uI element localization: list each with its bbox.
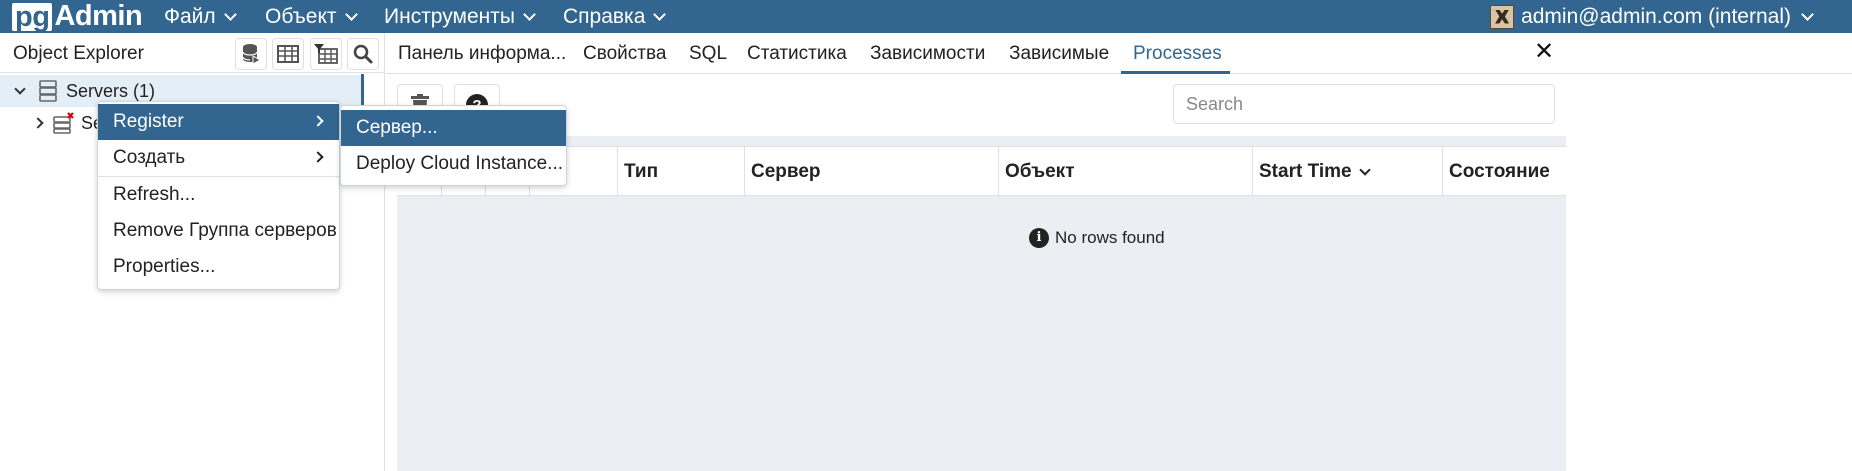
logo-suffix: Admin: [54, 0, 143, 32]
chevron-down-icon: [223, 7, 237, 21]
menu-file-label: Файл: [164, 4, 216, 28]
user-menu[interactable]: admin@admin.com (internal): [1490, 0, 1814, 33]
empty-message: No rows found: [1055, 228, 1165, 247]
context-menu-item-register[interactable]: Register: [98, 104, 339, 140]
menu-item-label: Создать: [113, 147, 186, 168]
grid-header: Тип Сервер Объект Start Time Состояние: [397, 146, 1566, 197]
register-submenu: Сервер... Deploy Cloud Instance...: [340, 105, 567, 186]
server-group-icon: [39, 80, 57, 102]
grid-column-state[interactable]: Состояние: [1443, 147, 1566, 197]
chevron-right-icon[interactable]: [32, 117, 44, 129]
object-explorer-header: Object Explorer: [0, 33, 385, 73]
grid-column-server[interactable]: Сервер: [745, 147, 999, 197]
content-right-strip: [1566, 74, 1852, 471]
table-icon: [277, 45, 299, 63]
filter-table-icon: [314, 44, 338, 64]
menu-item-label: Register: [113, 111, 184, 132]
tab-processes[interactable]: Processes: [1133, 43, 1222, 65]
chevron-down-icon: [1801, 7, 1814, 21]
close-panel-button[interactable]: ✕: [1534, 40, 1554, 64]
menu-object-label: Объект: [265, 4, 337, 28]
grid-column-object[interactable]: Объект: [999, 147, 1253, 197]
user-label: admin@admin.com (internal): [1521, 4, 1791, 28]
search-objects-button[interactable]: [347, 38, 379, 70]
menu-object[interactable]: Объект: [265, 0, 358, 33]
tree-node-label: Servers (1): [66, 80, 156, 101]
tab-bar: Панель информа... Свойства SQL Статистик…: [386, 33, 1852, 74]
submenu-item-deploy-cloud[interactable]: Deploy Cloud Instance...: [341, 146, 566, 182]
chevron-down-icon: [653, 7, 667, 21]
context-menu-item-properties[interactable]: Properties...: [98, 249, 339, 285]
query-tool-button[interactable]: [235, 38, 267, 70]
menu-file[interactable]: Файл: [164, 0, 237, 33]
empty-state: i No rows found: [1029, 228, 1165, 248]
object-explorer-title: Object Explorer: [13, 43, 144, 64]
search-input[interactable]: [1173, 84, 1555, 124]
database-icon: [242, 44, 261, 65]
menu-help[interactable]: Справка: [563, 0, 667, 33]
tab-dependencies[interactable]: Зависимости: [870, 43, 985, 65]
top-navbar: pg Admin Файл Объект Инструменты Справка …: [0, 0, 1852, 33]
sort-desc-icon: [1358, 164, 1371, 176]
chevron-right-icon: [312, 115, 324, 127]
grid-column-start-time[interactable]: Start Time: [1253, 147, 1443, 197]
grid-column-type[interactable]: Тип: [618, 147, 745, 197]
context-menu: Register Создать Refresh... Remove Групп…: [97, 101, 340, 290]
context-menu-item-create[interactable]: Создать: [98, 140, 339, 176]
chevron-down-icon: [344, 7, 358, 21]
tab-statistics[interactable]: Статистика: [747, 43, 847, 65]
search-icon: [353, 44, 373, 64]
chevron-down-icon[interactable]: [14, 82, 26, 95]
menu-tools-label: Инструменты: [384, 4, 515, 28]
menu-tools[interactable]: Инструменты: [384, 0, 536, 33]
context-menu-item-remove[interactable]: Remove Группа серверов: [98, 213, 339, 249]
chevron-down-icon: [523, 7, 536, 21]
view-data-button[interactable]: [272, 38, 304, 70]
tab-dependents[interactable]: Зависимые: [1009, 43, 1109, 65]
user-avatar-icon: [1490, 4, 1515, 29]
tab-sql[interactable]: SQL: [689, 43, 727, 65]
server-disconnected-icon: [53, 112, 74, 134]
tab-dashboard[interactable]: Панель информа...: [398, 43, 566, 65]
context-menu-item-refresh[interactable]: Refresh...: [98, 177, 339, 213]
menu-help-label: Справка: [563, 4, 646, 28]
info-icon: i: [1029, 228, 1049, 248]
pgadmin-logo[interactable]: pg Admin: [12, 0, 143, 33]
logo-prefix: pg: [12, 2, 53, 31]
tab-properties[interactable]: Свойства: [583, 43, 666, 65]
submenu-item-server[interactable]: Сервер...: [341, 110, 566, 146]
filtered-rows-button[interactable]: [310, 38, 342, 70]
chevron-right-icon: [312, 151, 324, 163]
grid-column-label: Start Time: [1259, 161, 1352, 182]
